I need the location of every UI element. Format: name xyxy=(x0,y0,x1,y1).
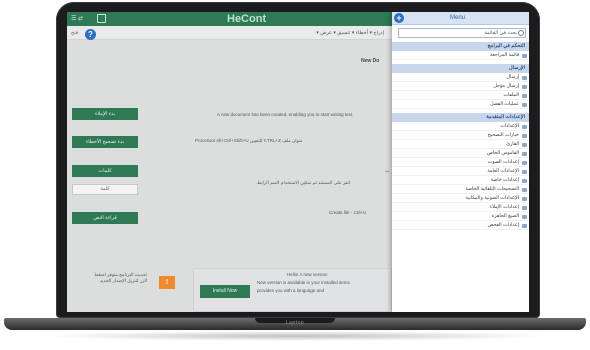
word-field[interactable]: كلمة xyxy=(72,184,138,195)
doc-line-2: Processor Alt+Ctrl+Shift+U للتعيين CTRL+… xyxy=(195,138,303,143)
menu-item-icon xyxy=(522,143,527,147)
menu-item-icon xyxy=(522,215,527,219)
update-line-3: provides you with a language and xyxy=(257,288,325,293)
menu-section-header: التحكم في البرامج xyxy=(392,42,529,51)
menu-item-label: الإعدادات العامة xyxy=(487,169,519,174)
menu-item-icon xyxy=(522,161,527,165)
menu-item-label: الملفات xyxy=(503,93,519,98)
menu-item[interactable]: الإعدادات الصوتية والمكانية xyxy=(392,195,529,203)
menu-item-label: إعدادات الإملاء xyxy=(489,205,519,210)
window-icon[interactable] xyxy=(97,14,106,23)
menu-item-icon xyxy=(522,179,527,183)
toolbar-open[interactable]: فتح xyxy=(71,30,78,36)
toolbar: فتح إدراج ▾ أخطاء ▾ تنسيق ▾ عرض ▾ xyxy=(67,26,392,40)
doc-line-5: Create file - Ctrl+U xyxy=(329,210,367,215)
menu-item-label: إعدادات الفحص xyxy=(487,223,519,228)
menu-item[interactable]: إعدادات الإملاء xyxy=(392,204,529,212)
menu-item-label: القارئ xyxy=(506,142,519,147)
start-dictation-button[interactable]: بدء الإملاء xyxy=(72,108,138,120)
menu-item-label: إعدادات الصوت xyxy=(487,160,519,165)
laptop-label: Laptop xyxy=(285,320,305,326)
side-menu: + Menu بحث في القائمة التحكم في البرامج ق… xyxy=(392,12,529,312)
start-correction-button[interactable]: بدء تصحيح الأخطاء xyxy=(72,136,138,148)
menu-item-icon xyxy=(522,188,527,192)
doc-line-4: انقر على المستند ثم تمكين الاستخدام لاسم… xyxy=(257,180,351,185)
document-title: New Do xyxy=(361,58,380,64)
menu-item-icon xyxy=(522,152,527,156)
menu-search-input[interactable]: بحث في القائمة xyxy=(398,28,526,38)
menu-item-icon xyxy=(522,94,527,98)
menu-item-label: الإعدادات الصوتية والمكانية xyxy=(465,196,519,201)
update-line-2: New version is available in your install… xyxy=(257,280,350,285)
menu-item-icon xyxy=(522,206,527,210)
menu-item[interactable]: الصيغ الجاهزة xyxy=(392,213,529,221)
menu-title: Menu xyxy=(450,15,466,21)
menu-item-label: التصحيحات التلقائية الخاصة xyxy=(465,187,519,192)
menu-item-label: قائمة المراجعة xyxy=(489,53,519,58)
title-bar-controls[interactable]: ☰ ⇄ xyxy=(71,15,83,22)
menu-section-header: الإعدادات المتقدمة xyxy=(392,113,529,122)
menu-item[interactable]: الإعدادات العامة xyxy=(392,168,529,176)
menu-item[interactable]: قائمة المراجعة xyxy=(392,52,529,60)
app-title: HeCont xyxy=(227,13,267,25)
menu-item[interactable]: إعدادات خاصة xyxy=(392,177,529,185)
menu-item[interactable]: عمليات الفصل xyxy=(392,101,529,109)
menu-item-label: إعدادات خاصة xyxy=(490,178,519,183)
doc-line-3: ب xyxy=(385,168,390,173)
update-line-1: Hello! A new version xyxy=(287,272,328,277)
menu-section-header: الإرسال xyxy=(392,64,529,73)
menu-item-label: إرسال xyxy=(506,75,519,80)
menu-item[interactable]: إعدادات الصوت xyxy=(392,159,529,167)
add-icon[interactable]: + xyxy=(394,13,404,23)
menu-item-icon xyxy=(522,224,527,228)
menu-item[interactable]: التصحيحات التلقائية الخاصة xyxy=(392,186,529,194)
menu-item-label: عمليات الفصل xyxy=(490,102,519,107)
menu-item-label: الإعدادات xyxy=(500,124,519,129)
menu-item-icon xyxy=(522,85,527,89)
doc-line-1: A new document has been created, enablin… xyxy=(217,112,354,117)
menu-item-icon xyxy=(522,170,527,174)
install-now-button[interactable]: Install Now xyxy=(200,285,250,298)
menu-item-label: الصيغ الجاهزة xyxy=(491,214,519,219)
update-notice: تحديث البرنامج متوفر اضغط الزر لتنزيل ال… xyxy=(94,272,147,283)
menu-item-icon xyxy=(522,134,527,138)
menu-item[interactable]: القاموس الخاص xyxy=(392,150,529,158)
menu-item-icon xyxy=(522,54,527,58)
menu-item[interactable]: إرسال مؤجل xyxy=(392,83,529,91)
menu-item-icon xyxy=(522,125,527,129)
menu-item[interactable]: الإعدادات xyxy=(392,123,529,131)
menu-item-icon xyxy=(522,103,527,107)
menu-item[interactable]: خيارات التصحيح xyxy=(392,132,529,140)
laptop-shadow xyxy=(40,331,550,341)
menu-item[interactable]: القارئ xyxy=(392,141,529,149)
menu-item-label: خيارات التصحيح xyxy=(487,133,519,138)
menu-item-label: القاموس الخاص xyxy=(486,151,519,156)
help-icon[interactable]: ? xyxy=(85,29,96,40)
read-text-button[interactable]: قراءة النص xyxy=(72,212,138,224)
menu-header: + Menu xyxy=(392,12,529,25)
menu-item[interactable]: إعدادات الفحص xyxy=(392,222,529,230)
menu-item-label: إرسال مؤجل xyxy=(493,84,519,89)
menu-item[interactable]: إرسال xyxy=(392,74,529,82)
words-button[interactable]: كلمات xyxy=(72,165,138,177)
menu-item[interactable]: الملفات xyxy=(392,92,529,100)
menu-item-icon xyxy=(522,76,527,80)
search-icon xyxy=(518,30,524,36)
toolbar-menus[interactable]: إدراج ▾ أخطاء ▾ تنسيق ▾ عرض ▾ xyxy=(316,30,384,36)
laptop-screen: ☰ ⇄ HeCont فتح إدراج ▾ أخطاء ▾ تنسيق ▾ ع… xyxy=(67,12,529,312)
menu-item-icon xyxy=(522,197,527,201)
warning-icon[interactable]: ! xyxy=(159,276,175,289)
